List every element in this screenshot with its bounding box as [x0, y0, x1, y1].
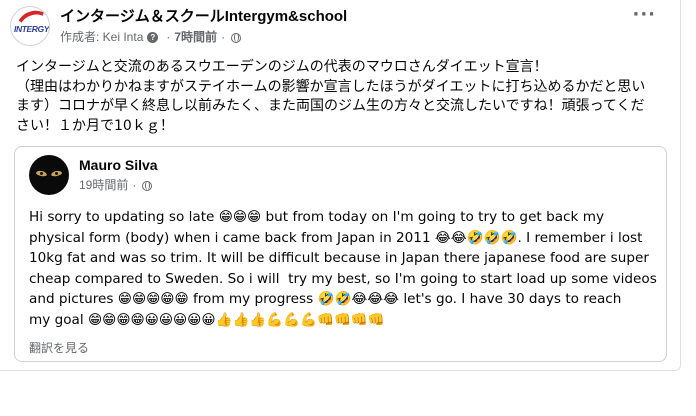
globe-icon[interactable] [142, 180, 153, 191]
shared-post-header: Mauro Silva 19時間前 · [29, 155, 158, 195]
shared-post[interactable]: Mauro Silva 19時間前 · Hi sorry to updating… [14, 146, 667, 362]
shared-post-text: Hi sorry to updating so late 😁😁😁 but fro… [29, 209, 657, 328]
post-text: インタージムと交流のあるスウエーデンのジムの代表のマウロさんダイエット宣言！ （… [16, 59, 646, 134]
header-text: インタージム＆スクールIntergym&school 作成者: Kei Inta… [60, 7, 347, 46]
globe-icon[interactable] [231, 32, 242, 43]
page-name-link[interactable]: インタージム＆スクールIntergym&school [60, 7, 347, 27]
avatar[interactable] [29, 155, 69, 195]
user-name-link[interactable]: Mauro Silva [79, 156, 158, 175]
shared-post-meta: 19時間前 · [79, 177, 158, 194]
avatar-eye [50, 169, 63, 178]
see-translation-link[interactable]: 翻訳を見る [29, 339, 89, 356]
facebook-post: INTERGYM インタージム＆スクールIntergym&school 作成者:… [0, 0, 681, 371]
separator-dot: · [132, 178, 137, 192]
separator-dot: · [221, 30, 226, 44]
more-options-button[interactable]: ··· [632, 6, 656, 24]
page-avatar[interactable]: INTERGYM [10, 6, 50, 46]
avatar-eye [35, 169, 48, 178]
post-header: INTERGYM インタージム＆スクールIntergym&school 作成者:… [10, 6, 347, 46]
shared-post-time-link[interactable]: 19時間前 [79, 177, 128, 194]
shared-header-text: Mauro Silva 19時間前 · [79, 156, 158, 194]
separator-dot: · [166, 30, 171, 44]
post-meta: 作成者: Kei Inta ? · 7時間前 · [60, 29, 347, 46]
logo-text: INTERGYM [14, 24, 49, 34]
author-label[interactable]: 作成者: Kei Inta [60, 29, 143, 46]
post-time-link[interactable]: 7時間前 [174, 29, 217, 46]
question-icon[interactable]: ? [147, 32, 159, 43]
